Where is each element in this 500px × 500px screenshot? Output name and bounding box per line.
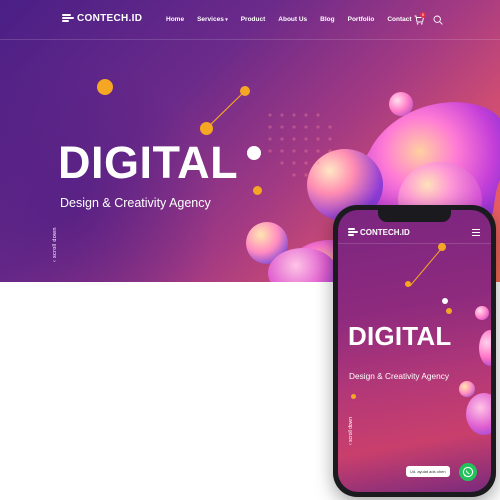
whatsapp-icon [462,466,474,478]
nav-item-services[interactable]: Services [197,16,228,23]
hero-title: DIGITAL [58,137,239,188]
brand-logo[interactable]: CONTECH.ID [62,12,142,24]
orange-dot [446,308,452,314]
nav-item-contact[interactable]: Contact [387,16,411,23]
nav-item-about-us[interactable]: About Us [278,16,307,23]
hero-subtitle: Design & Creativity Agency [60,196,211,210]
dot-pattern-decoration [268,113,332,177]
sphere-decoration [466,393,491,435]
phone-brand-name: CONTECH.ID [360,227,410,237]
orange-dot [200,122,213,135]
phone-hero-subtitle: Design & Creativity Agency [349,371,450,381]
main-nav: Home Services Product About Us Blog Port… [166,16,425,23]
phone-notch [378,210,451,222]
sphere-decoration [389,92,413,116]
scroll-arrow-icon: ‹ [52,258,58,262]
scroll-down-text: scroll down [52,227,58,259]
nav-item-portfolio[interactable]: Portfolio [348,16,375,23]
nav-item-home[interactable]: Home [166,16,184,23]
phone-scroll-down-link[interactable]: ‹ scroll down [348,417,354,445]
logo-icon [62,12,74,24]
brand-name: CONTECH.ID [77,12,143,24]
chat-tooltip: Ud. ayulat ads ohen [406,466,450,477]
orange-dot [405,281,411,287]
orange-dot [97,79,113,95]
sphere-decoration [479,330,491,366]
hamburger-menu-icon[interactable] [472,229,480,236]
phone-orange-line [409,247,443,287]
phone-brand-logo[interactable]: CONTECH.ID [348,227,410,237]
phone-navbar: CONTECH.ID [338,222,491,244]
orange-dot [351,394,356,399]
logo-icon [348,227,358,237]
white-dot [247,146,261,160]
white-dot [442,298,448,304]
sphere-decoration [459,381,475,397]
phone-hero-title: DIGITAL [348,321,452,351]
orange-dot [438,243,446,251]
top-navbar: CONTECH.ID Home Services Product About U… [0,0,500,40]
whatsapp-chat-button[interactable] [459,463,477,481]
orange-dot [240,86,250,96]
scroll-down-link[interactable]: ‹ scroll down [52,227,58,262]
page: CONTECH.ID Home Services Product About U… [0,0,500,500]
cart-badge: 0 [420,12,426,18]
nav-item-blog[interactable]: Blog [320,16,334,23]
phone-screen: CONTECH.ID DIGITAL Design & Creativity A… [338,210,491,492]
sphere-decoration [475,306,489,320]
phone-mockup: CONTECH.ID DIGITAL Design & Creativity A… [333,205,496,497]
scroll-arrow-icon: ‹ [348,441,354,445]
nav-item-product[interactable]: Product [241,16,266,23]
search-icon[interactable] [433,15,443,25]
phone-scroll-down-text: scroll down [348,416,354,442]
